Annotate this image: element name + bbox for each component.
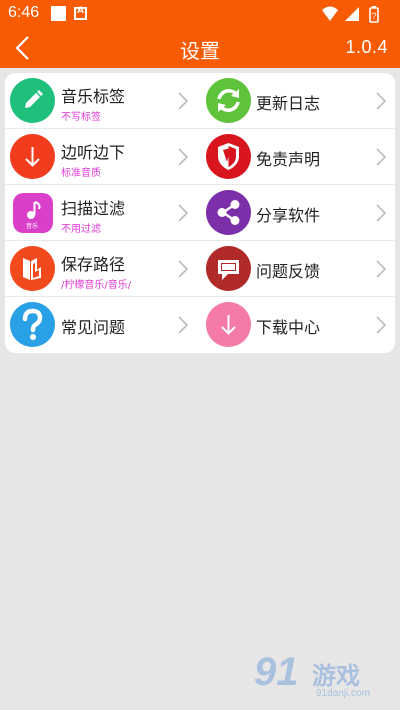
setting-download-center[interactable]: 下载中心 [200,297,395,353]
version-label: 1.0.4 [345,37,388,57]
setting-label: 问题反馈 [256,262,321,281]
settings-row: 音乐 扫描过滤 不用过滤 分享软件 [5,185,395,241]
settings-card: 音乐标签 不写标签 更新日志 边听边下 标准音质 免责声明 音乐 扫描过滤 不用… [5,73,395,353]
setting-share-app[interactable]: 分享软件 [200,185,395,241]
chevron-right-icon [178,204,189,222]
shield-icon [206,134,251,179]
chevron-right-icon [376,92,387,110]
download-center-icon [206,302,251,347]
pencil-icon [10,78,55,123]
status-bar: 6:46 A ? [0,0,400,28]
setting-label: 下载中心 [256,318,321,337]
chevron-right-icon [376,316,387,334]
svg-text:?: ? [372,11,377,21]
setting-listen-download[interactable]: 边听边下 标准音质 [5,129,200,185]
setting-label: 分享软件 [256,206,321,225]
setting-label: 音乐标签 [61,87,126,106]
feedback-icon [206,246,251,291]
app-header: 设置 1.0.4 [0,28,400,68]
battery-icon: ? [369,6,379,23]
square-icon [51,6,66,21]
chevron-right-icon [178,260,189,278]
status-time: 6:46 [8,4,40,21]
signal-icon [345,7,359,21]
settings-row: 保存路径 /柠檬音乐/音乐/ 问题反馈 [5,241,395,297]
watermark-logo: 91 游戏 91danji.com [254,650,394,706]
setting-value: 标准音质 [61,168,101,179]
share-icon [206,190,251,235]
system-status-icons: ? [322,6,379,23]
setting-label: 保存路径 [61,255,126,274]
chevron-right-icon [376,260,387,278]
setting-label: 更新日志 [256,94,321,113]
download-arrow-icon [10,134,55,179]
settings-row: 边听边下 标准音质 免责声明 [5,129,395,185]
chevron-right-icon [376,204,387,222]
setting-music-tags[interactable]: 音乐标签 不写标签 [5,73,200,129]
setting-value: 不写标签 [61,112,101,123]
watermark-url: 91danji.com [316,688,370,699]
settings-row: 音乐标签 不写标签 更新日志 [5,73,395,129]
settings-row: 常见问题 下载中心 [5,297,395,353]
setting-value: 不用过滤 [61,224,101,235]
setting-label: 免责声明 [256,150,321,169]
a-icon: A [74,6,87,20]
watermark-number: 91 [254,650,299,694]
setting-label: 扫描过滤 [61,199,126,218]
setting-update-log[interactable]: 更新日志 [200,73,395,129]
setting-value: /柠檬音乐/音乐/ [61,280,132,291]
setting-label: 常见问题 [61,318,126,337]
page-title: 设置 [180,39,220,63]
watermark-name: 游戏 [312,662,360,690]
chevron-right-icon [376,148,387,166]
refresh-icon [206,78,251,123]
wifi-icon [322,6,338,21]
chevron-right-icon [178,148,189,166]
chevron-right-icon [178,92,189,110]
chevron-right-icon [178,316,189,334]
setting-faq[interactable]: 常见问题 [5,297,200,353]
setting-label: 边听边下 [61,143,126,162]
setting-feedback[interactable]: 问题反馈 [200,241,395,297]
setting-disclaimer[interactable]: 免责声明 [200,129,395,185]
folder-path-icon [10,246,55,291]
music-note-icon: 音乐 [13,193,53,233]
setting-scan-filter[interactable]: 音乐 扫描过滤 不用过滤 [5,185,200,241]
question-icon [10,302,55,347]
setting-save-path[interactable]: 保存路径 /柠檬音乐/音乐/ [5,241,200,297]
icon-caption: 音乐 [26,222,38,230]
a-icon-letter: A [77,6,84,16]
